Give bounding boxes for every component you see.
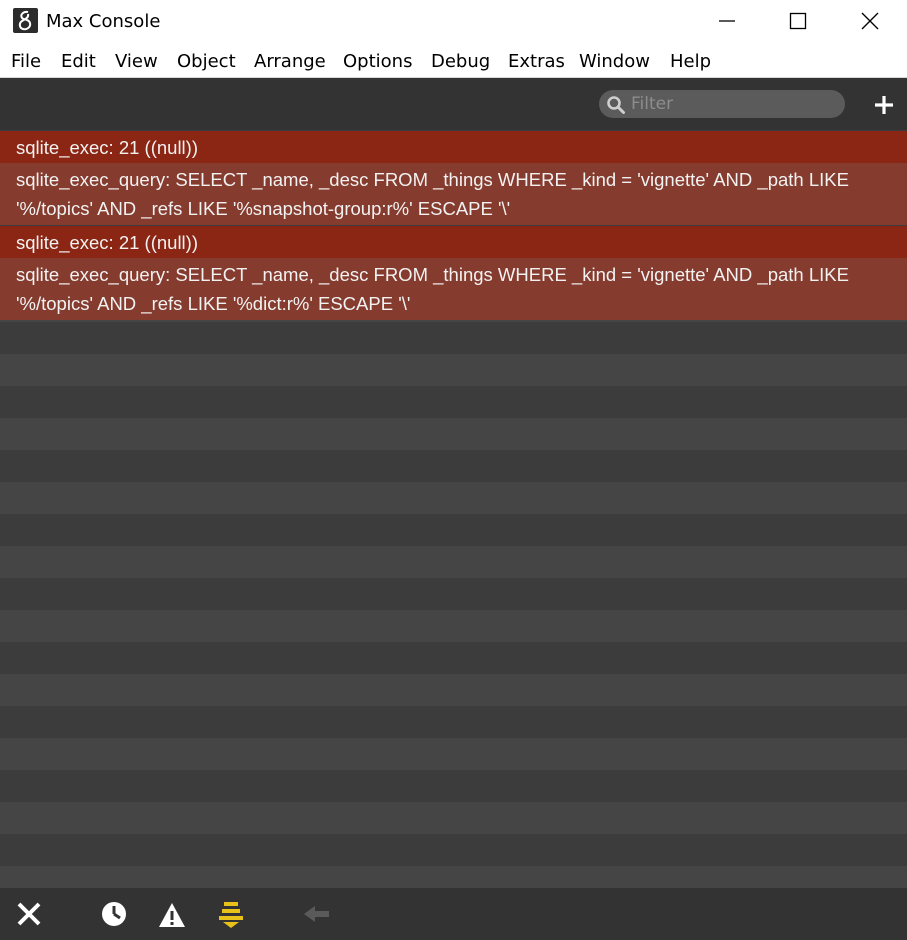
menu-options[interactable]: Options (343, 51, 412, 72)
menu-file[interactable]: File (11, 51, 41, 72)
menu-extras[interactable]: Extras (508, 51, 565, 72)
menu-view[interactable]: View (115, 51, 158, 72)
menu-edit[interactable]: Edit (61, 51, 96, 72)
minimize-icon (719, 20, 735, 22)
filter-input[interactable] (631, 93, 831, 115)
menu-debug[interactable]: Debug (431, 51, 490, 72)
close-icon (861, 12, 879, 30)
warning-icon[interactable] (157, 901, 187, 929)
back-arrow-icon[interactable] (302, 901, 332, 929)
message-text-line-2: '%/topics' AND _refs LIKE '%dict:r%' ESC… (16, 293, 411, 314)
menu-help[interactable]: Help (670, 51, 711, 72)
menu-arrange[interactable]: Arrange (254, 51, 326, 72)
window-title: Max Console (46, 11, 161, 32)
message-text-line-1: sqlite_exec_query: SELECT _name, _desc F… (16, 264, 849, 285)
clear-icon[interactable] (14, 901, 44, 929)
maximize-button[interactable] (774, 0, 822, 42)
close-window-button[interactable] (846, 0, 894, 42)
minimize-button[interactable] (703, 0, 751, 42)
message-text-line-1: sqlite_exec_query: SELECT _name, _desc F… (16, 169, 849, 190)
console-log[interactable]: sqlite_exec: 21 ((null)) sqlite_exec_que… (0, 130, 907, 888)
menu-window[interactable]: Window (579, 51, 650, 72)
message-text: sqlite_exec: 21 ((null)) (16, 137, 198, 158)
console-message-query[interactable]: sqlite_exec_query: SELECT _name, _desc F… (0, 258, 907, 320)
title-bar: Max Console (0, 0, 907, 42)
menu-bar: File Edit View Object Arrange Options De… (0, 42, 907, 78)
menu-object[interactable]: Object (177, 51, 236, 72)
maximize-icon (789, 12, 807, 30)
console-toolbar (0, 78, 907, 130)
filter-box[interactable] (599, 90, 845, 118)
add-icon[interactable] (872, 93, 896, 117)
console-bottom-bar (0, 888, 907, 940)
clock-icon[interactable] (99, 901, 129, 929)
console-message-error[interactable]: sqlite_exec: 21 ((null)) (0, 226, 907, 258)
message-text-line-2: '%/topics' AND _refs LIKE '%snapshot-gro… (16, 198, 511, 219)
console-message-query[interactable]: sqlite_exec_query: SELECT _name, _desc F… (0, 163, 907, 225)
max-app-icon (13, 8, 38, 33)
message-text: sqlite_exec: 21 ((null)) (16, 232, 198, 253)
console-message-error[interactable]: sqlite_exec: 21 ((null)) (0, 131, 907, 163)
search-icon (607, 96, 625, 114)
autoscroll-icon[interactable] (216, 901, 246, 929)
